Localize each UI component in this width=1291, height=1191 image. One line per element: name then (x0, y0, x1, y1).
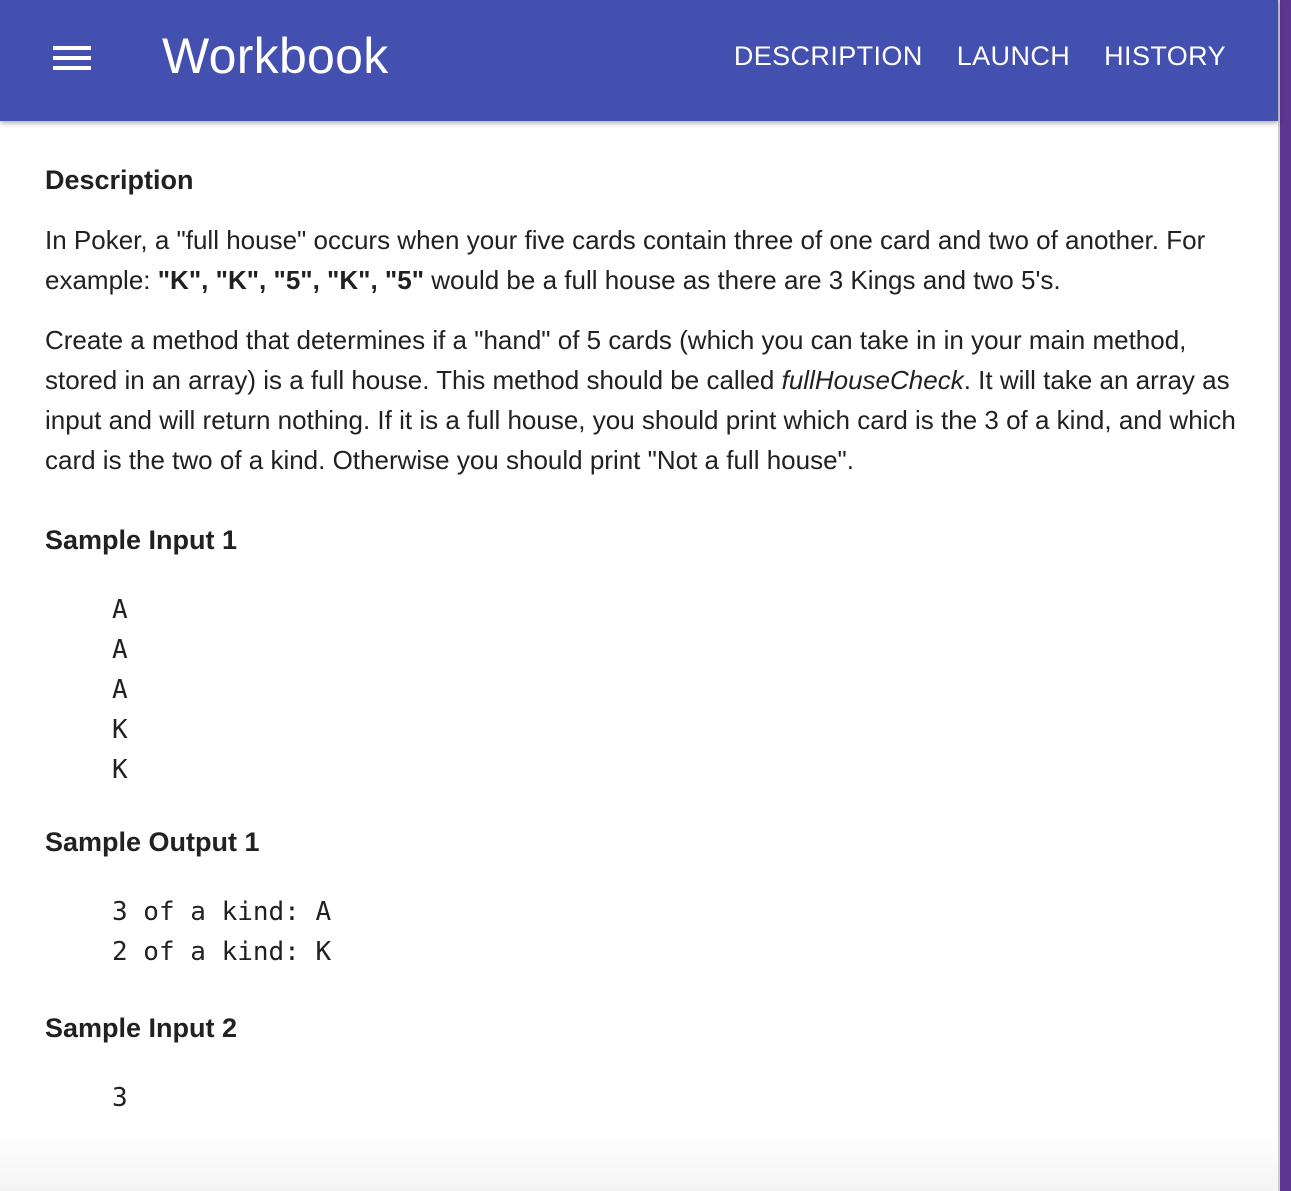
sample-input-1-code: A A A K K (112, 595, 128, 785)
menu-button[interactable] (44, 30, 100, 86)
sample-output-1-heading: Sample Output 1 (45, 827, 260, 857)
description-paragraph-1: In Poker, a "full house" occurs when you… (45, 220, 1245, 300)
description-heading: Description (45, 165, 194, 195)
scroll-fade (0, 1131, 1278, 1191)
app-title: Workbook (162, 28, 389, 84)
nav-history[interactable]: HISTORY (1104, 38, 1226, 74)
nav-description[interactable]: DESCRIPTION (734, 38, 923, 74)
description-content: Description In Poker, a "full house" occ… (45, 121, 1245, 1118)
top-nav: DESCRIPTION LAUNCH HISTORY (734, 38, 1226, 74)
app-bar: Workbook DESCRIPTION LAUNCH HISTORY (0, 0, 1278, 121)
window-edge (1278, 0, 1291, 1191)
sample-input-1-heading: Sample Input 1 (45, 525, 238, 555)
para1-text-after: would be a full house as there are 3 Kin… (424, 265, 1061, 295)
nav-launch[interactable]: LAUNCH (957, 38, 1070, 74)
description-paragraph-2: Create a method that determines if a "ha… (45, 320, 1245, 480)
sample-input-2-code: 3 (112, 1083, 128, 1113)
method-name: fullHouseCheck (781, 365, 964, 395)
sample-input-2-heading: Sample Input 2 (45, 1013, 238, 1043)
menu-icon (53, 46, 91, 70)
para1-example-hand: "K", "K", "5", "K", "5" (157, 265, 425, 295)
app-window: Workbook DESCRIPTION LAUNCH HISTORY Desc… (0, 0, 1291, 1191)
sample-output-1-code: 3 of a kind: A 2 of a kind: K (112, 897, 332, 967)
